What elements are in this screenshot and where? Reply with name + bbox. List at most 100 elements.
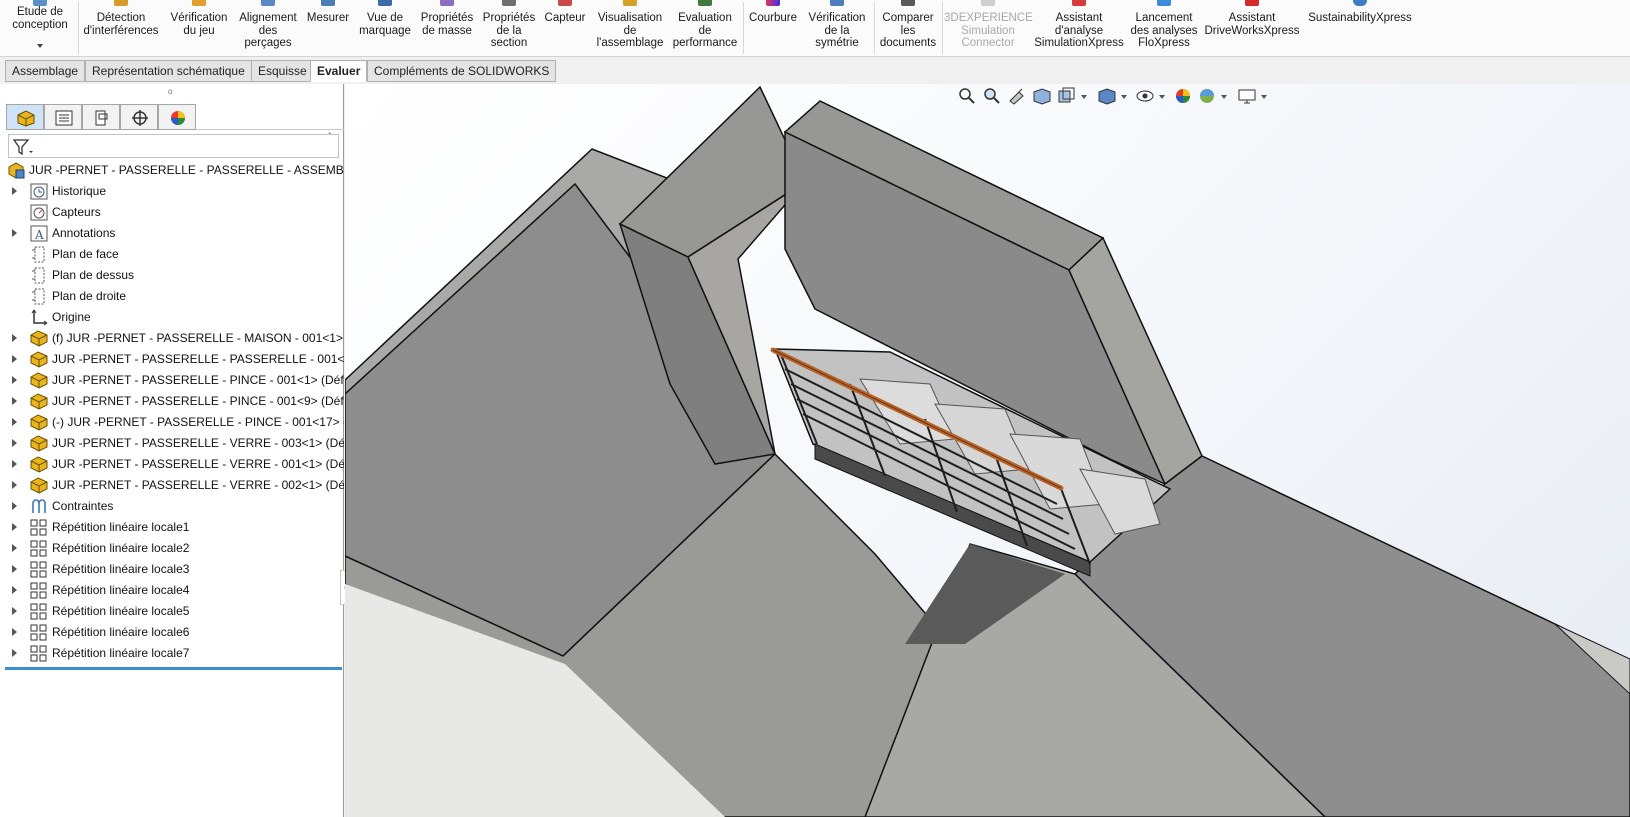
tree-item-part[interactable]: (f) JUR -PERNET - PASSERELLE - MAISON - …	[0, 328, 344, 349]
tree-item-part[interactable]: JUR -PERNET - PASSERELLE - PINCE - 001<9…	[0, 391, 344, 412]
tree-item-historique[interactable]: Historique	[0, 181, 344, 202]
clearance-verification-button[interactable]: Vérification du jeu	[164, 0, 234, 56]
ribbon-button-label: Courbure	[749, 12, 797, 24]
tree-item-annotations[interactable]: A Annotations	[0, 223, 344, 244]
zoom-to-fit-icon[interactable]	[957, 87, 977, 105]
expand-arrow-icon[interactable]	[12, 565, 17, 573]
tab-assemblage[interactable]: Assemblage	[5, 60, 86, 82]
tab-evaluer[interactable]: Evaluer	[310, 60, 368, 82]
chevron-down-icon[interactable]	[1081, 95, 1087, 99]
chevron-down-icon[interactable]	[37, 44, 43, 48]
view-settings-icon[interactable]	[1237, 87, 1257, 105]
chevron-down-icon[interactable]	[1221, 95, 1227, 99]
expand-arrow-icon[interactable]	[12, 628, 17, 636]
apply-scene-icon[interactable]	[1197, 87, 1217, 105]
hole-alignment-button[interactable]: Alignement des perçages	[236, 0, 300, 56]
measure-button[interactable]: Mesurer	[302, 0, 354, 56]
interference-detection-button[interactable]: Détection d'interférences	[80, 0, 162, 56]
graphics-area[interactable]	[345, 84, 1630, 817]
expand-arrow-icon[interactable]	[12, 586, 17, 594]
tree-item-part[interactable]: JUR -PERNET - PASSERELLE - PINCE - 001<1…	[0, 370, 344, 391]
expand-arrow-icon[interactable]	[12, 355, 17, 363]
filter-field[interactable]	[8, 134, 339, 158]
tree-item-label: JUR -PERNET - PASSERELLE - VERRE - 001<1…	[52, 457, 344, 471]
expand-arrow-icon[interactable]	[12, 607, 17, 615]
expand-arrow-icon[interactable]	[12, 187, 17, 195]
design-study-button[interactable]: Etude de conception	[4, 0, 76, 56]
expand-arrow-icon[interactable]	[12, 439, 17, 447]
featuremanager-tab[interactable]	[6, 104, 44, 130]
tree-item-label: Plan de face	[52, 247, 119, 261]
section-view-icon[interactable]	[1032, 87, 1052, 105]
tree-item-top-plane[interactable]: Plan de dessus	[0, 265, 344, 286]
driveworksxpress-button[interactable]: Assistant DriveWorksXpress	[1204, 0, 1300, 56]
zoom-to-area-icon[interactable]	[982, 87, 1002, 105]
expand-arrow-icon[interactable]	[12, 397, 17, 405]
tree-item-label: Répétition linéaire locale7	[52, 646, 190, 660]
curvature-icon	[766, 0, 780, 6]
tree-item-pattern[interactable]: Répétition linéaire locale7	[0, 643, 344, 664]
edit-appearance-icon[interactable]	[1173, 87, 1193, 105]
3d-model-render[interactable]	[345, 84, 1630, 817]
tree-root[interactable]: JUR -PERNET - PASSERELLE - PASSERELLE - …	[0, 160, 344, 181]
propertymanager-tab[interactable]	[44, 104, 82, 130]
assembly-visualization-button[interactable]: Visualisation de l'assemblage	[592, 0, 668, 56]
tab-esquisse[interactable]: Esquisse	[251, 60, 314, 82]
expand-arrow-icon[interactable]	[12, 649, 17, 657]
markup-view-button[interactable]: Vue de marquage	[356, 0, 414, 56]
expand-arrow-icon[interactable]	[12, 418, 17, 426]
tree-item-label: JUR -PERNET - PASSERELLE - PASSERELLE - …	[52, 352, 344, 366]
performance-evaluation-button[interactable]: Evaluation de performance	[670, 0, 740, 56]
display-manager-tab[interactable]	[158, 104, 196, 130]
display-style-icon[interactable]	[1097, 87, 1117, 105]
tab-solidworks-addins[interactable]: Compléments de SOLIDWORKS	[367, 60, 557, 82]
tree-item-pattern[interactable]: Répétition linéaire locale1	[0, 517, 344, 538]
chevron-down-icon[interactable]	[1261, 95, 1267, 99]
symmetry-check-button[interactable]: Vérification de la symétrie	[802, 0, 872, 56]
tab-schematic-representation[interactable]: Représentation schématique	[85, 60, 252, 82]
3dexperience-simulation-connector-button[interactable]: 3DEXPERIENCE Simulation Connector	[944, 0, 1033, 56]
tree-item-part[interactable]: (-) JUR -PERNET - PASSERELLE - PINCE - 0…	[0, 412, 344, 433]
ribbon-separator	[743, 2, 744, 54]
sustainabilityxpress-button[interactable]: SustainabilityXpress	[1302, 0, 1418, 56]
tree-item-part[interactable]: JUR -PERNET - PASSERELLE - VERRE - 003<1…	[0, 433, 344, 454]
sensor-button[interactable]: Capteur	[540, 0, 590, 56]
chevron-down-icon[interactable]	[1121, 95, 1127, 99]
expand-arrow-icon[interactable]	[12, 460, 17, 468]
tree-item-pattern[interactable]: Répétition linéaire locale3	[0, 559, 344, 580]
expand-arrow-icon[interactable]	[12, 481, 17, 489]
tree-item-capteurs[interactable]: Capteurs	[0, 202, 344, 223]
tree-item-pattern[interactable]: Répétition linéaire locale6	[0, 622, 344, 643]
compare-documents-button[interactable]: Comparer les documents	[876, 0, 940, 56]
mass-properties-button[interactable]: Propriétés de masse	[416, 0, 478, 56]
expand-arrow-icon[interactable]	[12, 334, 17, 342]
expand-arrow-icon[interactable]	[12, 376, 17, 384]
chevron-down-icon[interactable]	[1159, 95, 1165, 99]
tree-item-part[interactable]: JUR -PERNET - PASSERELLE - VERRE - 002<1…	[0, 475, 344, 496]
tree-item-right-plane[interactable]: Plan de droite	[0, 286, 344, 307]
tree-item-pattern[interactable]: Répétition linéaire locale4	[0, 580, 344, 601]
tree-item-front-plane[interactable]: Plan de face	[0, 244, 344, 265]
rollback-bar[interactable]	[5, 667, 342, 670]
floxpress-button[interactable]: Lancement des analyses FloXpress	[1126, 0, 1202, 56]
tree-item-part[interactable]: JUR -PERNET - PASSERELLE - VERRE - 001<1…	[0, 454, 344, 475]
dimxpert-tab[interactable]	[120, 104, 158, 130]
floxpress-icon	[1157, 0, 1171, 6]
tree-item-mates[interactable]: Contraintes	[0, 496, 344, 517]
hide-show-icon[interactable]	[1135, 87, 1155, 105]
panel-grip[interactable]: o	[168, 87, 172, 96]
expand-arrow-icon[interactable]	[12, 523, 17, 531]
simulationxpress-button[interactable]: Assistant d'analyse SimulationXpress	[1034, 0, 1124, 56]
tree-item-part[interactable]: JUR -PERNET - PASSERELLE - PASSERELLE - …	[0, 349, 344, 370]
tree-item-origin[interactable]: Origine	[0, 307, 344, 328]
curvature-button[interactable]: Courbure	[746, 0, 800, 56]
expand-arrow-icon[interactable]	[12, 229, 17, 237]
previous-view-icon[interactable]	[1007, 87, 1027, 105]
expand-arrow-icon[interactable]	[12, 502, 17, 510]
configurationmanager-tab[interactable]	[82, 104, 120, 130]
tree-item-pattern[interactable]: Répétition linéaire locale5	[0, 601, 344, 622]
section-properties-button[interactable]: Propriétés de la section	[480, 0, 538, 56]
tree-item-pattern[interactable]: Répétition linéaire locale2	[0, 538, 344, 559]
expand-arrow-icon[interactable]	[12, 544, 17, 552]
view-orientation-icon[interactable]	[1057, 87, 1077, 105]
